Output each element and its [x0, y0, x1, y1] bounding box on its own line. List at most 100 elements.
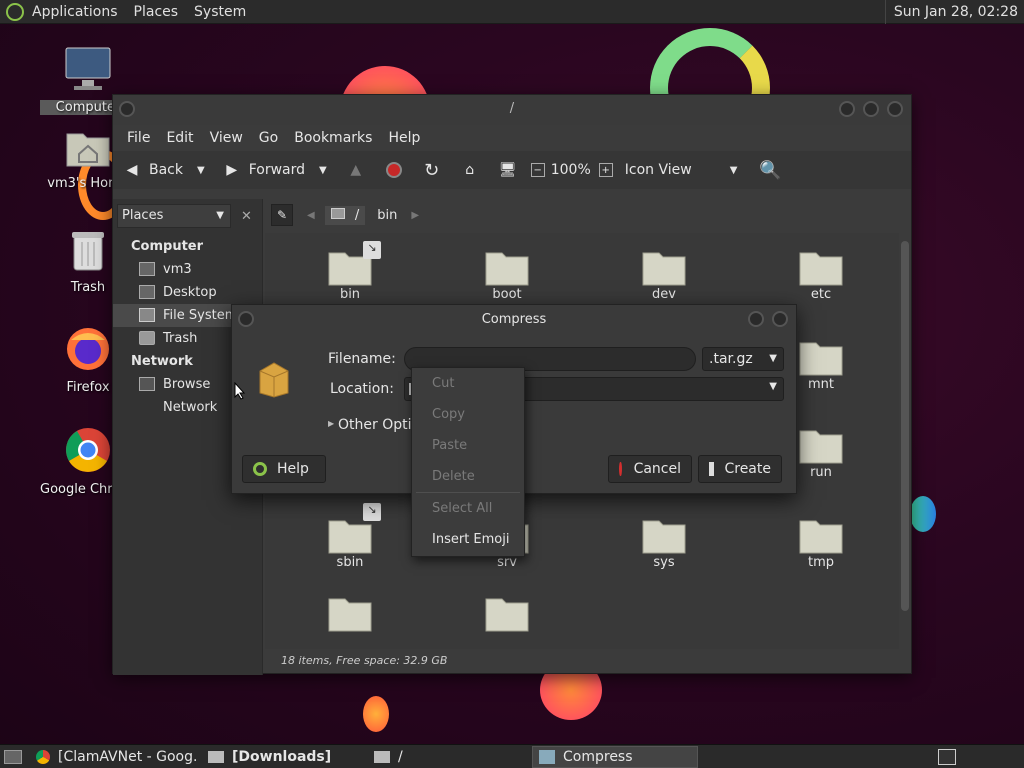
- filename-label: Filename:: [328, 351, 396, 367]
- path-current-button[interactable]: bin: [371, 206, 403, 225]
- sidebar-item-vm3[interactable]: vm3: [113, 258, 262, 281]
- mint-logo-icon[interactable]: [6, 2, 24, 21]
- maximize-button[interactable]: [863, 101, 879, 117]
- close-button[interactable]: [772, 311, 788, 327]
- help-button[interactable]: Help: [242, 455, 326, 483]
- create-label: Create: [724, 461, 771, 477]
- window-menu-button[interactable]: [238, 311, 254, 327]
- create-icon: [709, 462, 715, 476]
- task-downloads[interactable]: [Downloads]: [202, 746, 364, 768]
- trash-icon: [139, 331, 155, 345]
- zoom-out-icon[interactable]: −: [530, 163, 545, 177]
- file-label: run: [810, 465, 832, 480]
- file-item-tmp[interactable]: tmp: [766, 515, 876, 570]
- file-item-etc[interactable]: etc: [766, 247, 876, 302]
- forward-button[interactable]: ▶ Forward ▼: [221, 159, 327, 181]
- expander-arrow-icon[interactable]: ▶: [328, 419, 334, 428]
- file-item-bin[interactable]: ↘ bin: [295, 241, 405, 302]
- mouse-cursor-icon: [234, 382, 246, 400]
- file-item-folder[interactable]: [295, 593, 405, 633]
- compress-titlebar[interactable]: Compress: [232, 305, 796, 335]
- menu-file[interactable]: File: [119, 130, 158, 146]
- file-label: tmp: [807, 555, 834, 570]
- sidebar-item-desktop[interactable]: Desktop: [113, 281, 262, 304]
- menu-help[interactable]: Help: [380, 130, 428, 146]
- maximize-button[interactable]: [748, 311, 764, 327]
- file-item-boot[interactable]: boot: [452, 247, 562, 302]
- drive-icon: [330, 207, 345, 219]
- path-root-button[interactable]: /: [324, 205, 366, 225]
- workspace-switcher-icon[interactable]: [938, 748, 956, 765]
- cancel-button[interactable]: Cancel: [608, 455, 692, 483]
- path-right-arrow-icon[interactable]: ▶: [411, 210, 419, 221]
- up-icon[interactable]: ▲: [345, 159, 367, 181]
- forward-arrow-icon: ▶: [226, 162, 238, 178]
- back-button[interactable]: ◀ Back ▼: [121, 159, 205, 181]
- chevron-down-icon: ▼: [769, 381, 777, 392]
- file-item-sys[interactable]: sys: [609, 515, 719, 570]
- close-button[interactable]: [887, 101, 903, 117]
- menu-go[interactable]: Go: [251, 130, 286, 146]
- window-title: /: [509, 101, 515, 116]
- cancel-label: Cancel: [633, 461, 681, 477]
- file-label: boot: [492, 287, 522, 302]
- menu-bookmarks[interactable]: Bookmarks: [286, 130, 380, 146]
- folder-icon: [374, 750, 390, 763]
- create-button[interactable]: Create: [698, 455, 782, 483]
- folder-icon: [485, 252, 529, 286]
- archive-icon: [539, 749, 555, 764]
- reload-icon[interactable]: ↻: [421, 159, 443, 181]
- task-compress[interactable]: Compress: [532, 745, 698, 768]
- context-item-delete[interactable]: Delete: [412, 461, 524, 492]
- close-sidebar-icon[interactable]: ✕: [241, 209, 252, 224]
- back-dropdown-icon[interactable]: ▼: [197, 165, 205, 176]
- search-icon[interactable]: 🔍: [759, 159, 781, 181]
- folder-icon: [799, 252, 843, 286]
- back-label: Back: [149, 162, 183, 178]
- file-item-dev[interactable]: dev: [609, 247, 719, 302]
- path-left-arrow-icon[interactable]: ◀: [307, 210, 315, 221]
- scrollbar-thumb[interactable]: [901, 241, 909, 611]
- show-desktop-icon[interactable]: [4, 749, 22, 764]
- vertical-scrollbar[interactable]: [901, 235, 909, 655]
- home-icon[interactable]: ⌂: [459, 159, 481, 181]
- task-root-folder[interactable]: /: [368, 746, 528, 768]
- view-mode-dropdown-icon: ▼: [729, 164, 738, 176]
- forward-dropdown-icon[interactable]: ▼: [319, 165, 327, 176]
- context-menu: Cut Copy Paste Delete Select All Insert …: [411, 367, 525, 557]
- home-folder-icon: [66, 133, 110, 167]
- dialog-title: Compress: [481, 312, 547, 327]
- folder-icon: [208, 750, 224, 763]
- menu-view[interactable]: View: [202, 130, 251, 146]
- context-item-cut[interactable]: Cut: [412, 368, 524, 399]
- context-item-insert-emoji[interactable]: Insert Emoji: [412, 524, 524, 555]
- window-menu-button[interactable]: [119, 101, 135, 117]
- context-item-paste[interactable]: Paste: [412, 430, 524, 461]
- extension-select[interactable]: .tar.gz ▼: [702, 347, 784, 371]
- edit-location-icon[interactable]: ✎: [271, 204, 293, 226]
- chevron-down-icon: ▼: [769, 353, 777, 364]
- symlink-badge-icon: ↘: [363, 503, 381, 521]
- file-item-folder[interactable]: [452, 593, 562, 633]
- system-menu[interactable]: System: [186, 0, 254, 24]
- minimize-button[interactable]: [839, 101, 855, 117]
- file-label: sys: [653, 555, 675, 570]
- task-chrome[interactable]: [ClamAVNet - Goog...: [30, 746, 198, 768]
- file-manager-titlebar[interactable]: /: [113, 95, 911, 125]
- places-selector[interactable]: Places ▼: [117, 204, 231, 228]
- taskbar: [ClamAVNet - Goog... [Downloads] / Compr…: [0, 744, 1024, 768]
- menu-edit[interactable]: Edit: [158, 130, 201, 146]
- path-bar: ✎ ◀ / bin ▶: [265, 199, 911, 231]
- places-menu[interactable]: Places: [126, 0, 187, 24]
- computer-icon[interactable]: 🖥: [497, 159, 519, 181]
- zoom-in-icon[interactable]: +: [598, 163, 613, 177]
- applications-menu[interactable]: Applications: [24, 0, 126, 24]
- file-item-sbin[interactable]: ↘ sbin: [295, 503, 405, 570]
- stop-icon[interactable]: [383, 159, 405, 181]
- clock[interactable]: Sun Jan 28, 02:28: [884, 0, 1018, 24]
- view-mode-select[interactable]: Icon View ▼: [625, 162, 738, 178]
- context-item-select-all[interactable]: Select All: [412, 493, 524, 524]
- context-item-copy[interactable]: Copy: [412, 399, 524, 430]
- trash-icon: [72, 232, 104, 271]
- toolbar: ◀ Back ▼ ▶ Forward ▼ ▲ ↻ ⌂ 🖥 − 100% + Ic…: [113, 151, 911, 189]
